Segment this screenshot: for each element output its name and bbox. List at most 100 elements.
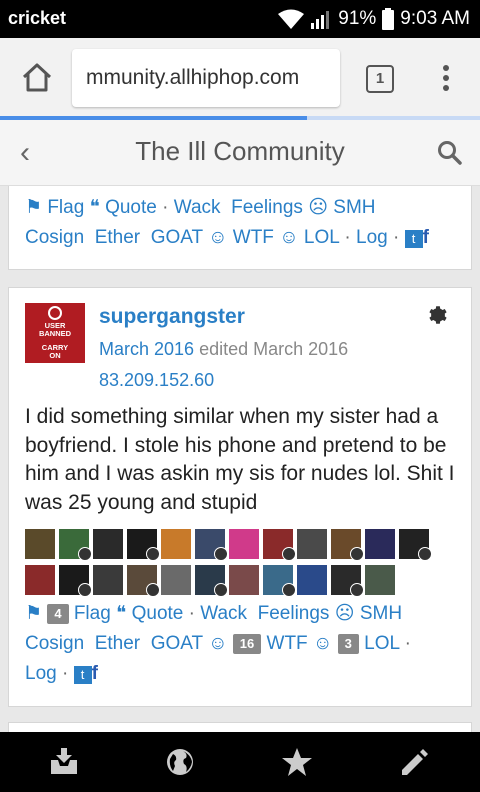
post-reactions: ⚑ 4 Flag ❝ Quote · Wack Feelings ☹ SMH C…	[25, 603, 411, 684]
avatar-text-on: ON	[49, 351, 61, 360]
share-facebook-icon[interactable]: f	[423, 227, 429, 248]
reactor-avatar[interactable]	[263, 565, 296, 597]
quote-link[interactable]: ❝ Quote	[90, 197, 157, 218]
url-bar[interactable]: mmunity.allhiphop.com	[72, 49, 340, 107]
reaction-badge-icon	[350, 547, 364, 561]
site-title: The Ill Community	[135, 136, 345, 166]
reactor-avatars	[25, 529, 461, 601]
reaction-badge-icon	[282, 583, 296, 597]
reactor-avatar[interactable]	[127, 565, 160, 597]
post-meta: March 2016 edited March 2016	[99, 339, 348, 360]
ether-link[interactable]: Ether	[95, 227, 140, 248]
wifi-icon	[278, 9, 305, 29]
previous-post-reactions: ⚑ Flag ❝ Quote · Wack Feelings ☹ SMH Cos…	[25, 197, 429, 248]
status-icons: 91% 9:03 AM	[278, 7, 470, 31]
log-link[interactable]: Log	[356, 227, 388, 248]
reactor-avatar[interactable]	[365, 529, 395, 559]
bottom-nav	[0, 732, 480, 792]
reactor-avatar[interactable]	[331, 565, 364, 597]
reaction-badge-icon	[146, 583, 160, 597]
reactor-avatar[interactable]	[59, 529, 92, 561]
wtf-link[interactable]: ☺ 16 WTF	[208, 633, 308, 654]
reactor-avatar[interactable]	[25, 565, 55, 595]
carrier-label: cricket	[8, 8, 67, 28]
reactor-avatar[interactable]	[297, 529, 327, 559]
gear-icon[interactable]	[427, 304, 449, 326]
ether-link[interactable]: Ether	[95, 633, 140, 654]
smh-link[interactable]: ☹ SMH	[335, 603, 402, 624]
reactor-avatar[interactable]	[161, 565, 191, 595]
avatar[interactable]: USER BANNED CARRY ON	[25, 303, 85, 363]
signal-icon	[311, 11, 330, 29]
goat-link[interactable]: GOAT	[151, 227, 203, 248]
flag-link[interactable]: ⚑ 4 Flag	[25, 603, 111, 624]
reactor-avatar[interactable]	[161, 529, 191, 559]
reaction-badge-icon	[78, 583, 92, 597]
reactor-avatar[interactable]	[399, 529, 432, 561]
home-icon[interactable]	[20, 60, 54, 94]
edit-pencil-icon[interactable]	[398, 746, 430, 778]
share-facebook-icon[interactable]: f	[92, 663, 98, 684]
reactor-avatar[interactable]	[297, 565, 327, 595]
browser-toolbar: mmunity.allhiphop.com 1	[0, 38, 480, 120]
reactor-avatar[interactable]	[25, 529, 55, 559]
previous-post-card: ⚑ Flag ❝ Quote · Wack Feelings ☹ SMH Cos…	[8, 186, 472, 270]
avatar-text-banned: BANNED	[38, 329, 72, 338]
reactor-avatar[interactable]	[195, 565, 228, 597]
goat-count: 16	[232, 633, 262, 654]
reactor-avatar[interactable]	[59, 565, 92, 597]
browser-menu-icon[interactable]	[436, 62, 456, 96]
post-date[interactable]: March 2016	[99, 339, 194, 359]
author-username[interactable]: supergangster	[99, 305, 245, 329]
reaction-badge-icon	[282, 547, 296, 561]
wack-link[interactable]: Wack	[174, 197, 221, 218]
reactor-avatar[interactable]	[93, 529, 123, 559]
reactor-avatar[interactable]	[229, 565, 259, 595]
cosign-link[interactable]: Cosign	[25, 227, 84, 248]
log-link[interactable]: Log	[25, 663, 57, 684]
cosign-link[interactable]: Cosign	[25, 633, 84, 654]
lol-link[interactable]: ☺ 3 LOL	[313, 633, 399, 654]
reaction-badge-icon	[146, 547, 160, 561]
feelings-link[interactable]: Feelings	[258, 603, 330, 624]
quote-link[interactable]: ❝ Quote	[116, 603, 183, 624]
tab-switcher-button[interactable]: 1	[366, 65, 394, 93]
wtf-link[interactable]: ☺ WTF	[208, 227, 274, 248]
globe-icon[interactable]	[164, 746, 196, 778]
feelings-link[interactable]: Feelings	[231, 197, 303, 218]
ban-icon	[48, 306, 62, 320]
goat-link[interactable]: GOAT	[151, 633, 203, 654]
flag-link[interactable]: ⚑ Flag	[25, 197, 84, 218]
share-twitter-icon[interactable]: t	[404, 230, 423, 248]
reactor-avatar[interactable]	[93, 565, 123, 595]
reactor-row-2	[25, 565, 461, 597]
lol-count: 3	[337, 633, 359, 654]
site-header: ‹ The Ill Community	[0, 120, 480, 186]
reactor-avatar[interactable]	[127, 529, 160, 561]
reaction-badge-icon	[418, 547, 432, 561]
star-icon[interactable]	[281, 746, 313, 778]
edited-note: edited March 2016	[199, 339, 349, 359]
reaction-badge-icon	[350, 583, 364, 597]
battery-percent: 91%	[338, 8, 377, 29]
share-twitter-icon[interactable]: t	[73, 666, 92, 684]
author-ip[interactable]: 83.209.152.60	[99, 370, 214, 391]
inbox-download-icon[interactable]	[48, 746, 80, 778]
reactor-avatar[interactable]	[331, 529, 364, 561]
status-bar: cricket 91% 9:03 AM	[0, 0, 480, 38]
discussion-content: ⚑ Flag ❝ Quote · Wack Feelings ☹ SMH Cos…	[0, 186, 480, 732]
reactor-avatar[interactable]	[195, 529, 228, 561]
wack-link[interactable]: Wack	[200, 603, 247, 624]
flag-count: 4	[47, 603, 69, 624]
search-icon[interactable]	[437, 140, 463, 166]
reactor-row-1	[25, 529, 461, 561]
post-card: USER BANNED CARRY ON supergangster March…	[8, 287, 472, 707]
reaction-badge-icon	[214, 583, 228, 597]
next-post-card	[8, 722, 472, 732]
reactor-avatar[interactable]	[263, 529, 296, 561]
lol-link[interactable]: ☺ LOL	[279, 227, 339, 248]
reactor-avatar[interactable]	[229, 529, 259, 559]
reactor-avatar[interactable]	[365, 565, 395, 595]
clock: 9:03 AM	[400, 8, 470, 29]
smh-link[interactable]: ☹ SMH	[308, 197, 375, 218]
